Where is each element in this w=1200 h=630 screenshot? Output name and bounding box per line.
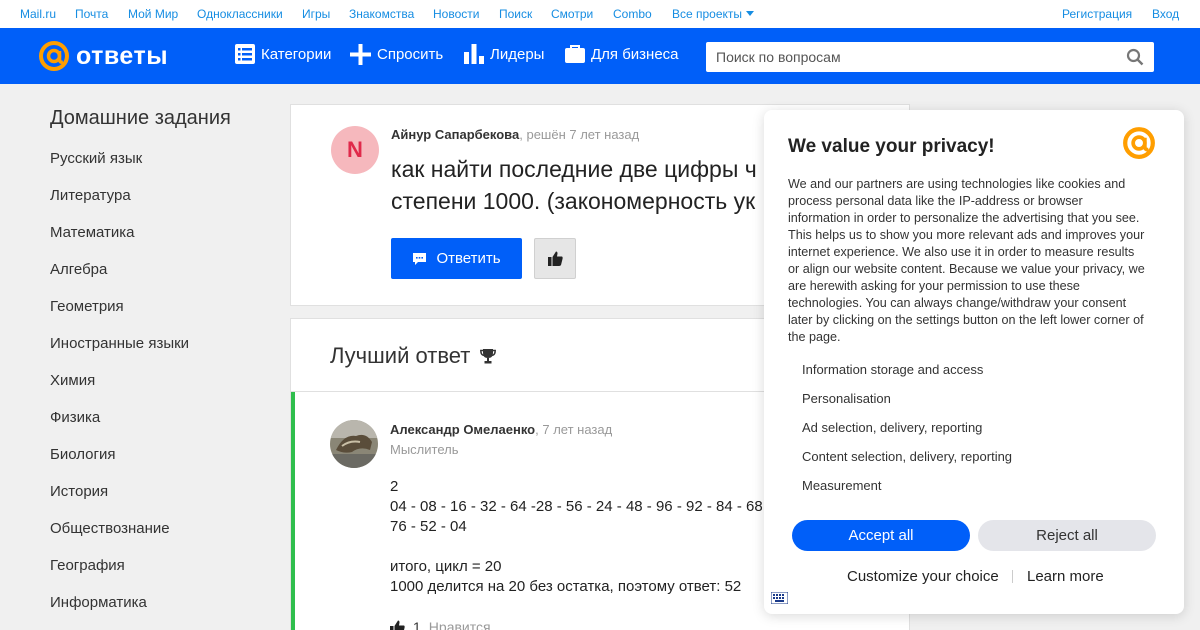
answer-button-label: Ответить — [436, 250, 501, 267]
sidebar-item-russian[interactable]: Русский язык — [50, 140, 270, 177]
nav-leaders-label: Лидеры — [490, 45, 545, 63]
nav-ask[interactable]: Спросить — [350, 44, 443, 65]
asker-avatar[interactable]: N — [331, 126, 379, 174]
consent-purpose: Ad selection, delivery, reporting — [802, 420, 983, 435]
best-answer-title: Лучший ответ — [330, 343, 497, 369]
question-author-name[interactable]: Айнур Сапарбекова — [391, 127, 519, 142]
thumbs-up-icon — [547, 251, 563, 266]
answer-meta: , 7 лет назад — [535, 422, 613, 437]
search-icon[interactable] — [1126, 48, 1144, 66]
comment-icon — [413, 252, 427, 265]
consent-purpose: Information storage and access — [802, 362, 984, 377]
answer-author-name[interactable]: Александр Омелаенко — [390, 422, 535, 437]
sidebar-item-math[interactable]: Математика — [50, 214, 270, 251]
answer-button[interactable]: Ответить — [391, 238, 522, 279]
consent-settings-icon[interactable] — [771, 592, 788, 604]
sidebar-item-languages[interactable]: Иностранные языки — [50, 325, 270, 362]
reject-all-button[interactable]: Reject all — [978, 520, 1156, 551]
consent-purpose: Measurement — [802, 478, 882, 493]
nav-ask-label: Спросить — [377, 46, 444, 63]
portal-all-projects[interactable]: Все проекты — [672, 7, 755, 21]
nav-categories[interactable]: Категории — [235, 44, 331, 64]
search-input[interactable] — [706, 42, 1106, 72]
question-like-button[interactable] — [534, 238, 576, 279]
nav-leaders[interactable]: Лидеры — [464, 44, 544, 64]
portal-link-dating[interactable]: Знакомства — [349, 7, 414, 21]
consent-title: We value your privacy! — [788, 136, 995, 157]
portal-link-mailru[interactable]: Mail.ru — [20, 7, 56, 21]
at-logo-icon — [39, 41, 69, 71]
link-divider — [1012, 570, 1013, 583]
privacy-consent-dialog: We value your privacy! We and our partne… — [764, 110, 1184, 614]
login-link[interactable]: Вход — [1152, 7, 1179, 21]
register-link[interactable]: Регистрация — [1062, 7, 1132, 21]
best-answer-accent — [291, 392, 295, 630]
portal-link-ok[interactable]: Одноклассники — [197, 7, 283, 21]
sidebar-item-biology[interactable]: Биология — [50, 436, 270, 473]
sidebar-item-chemistry[interactable]: Химия — [50, 362, 270, 399]
main-header: ответы Категории Спросить Лидеры Для биз… — [0, 28, 1200, 84]
list-icon — [235, 44, 255, 64]
nav-business-label: Для бизнеса — [591, 45, 679, 63]
chevron-down-icon — [746, 11, 755, 16]
avatar-photo — [330, 420, 378, 468]
answer-author-line: Александр Омелаенко, 7 лет назад — [390, 422, 612, 437]
question-author-line: Айнур Сапарбекова, решён 7 лет назад — [391, 127, 639, 142]
portal-link-myworld[interactable]: Мой Мир — [128, 7, 178, 21]
answer-likes[interactable]: 1 Нравится — [390, 619, 491, 630]
sidebar-item-geometry[interactable]: Геометрия — [50, 288, 270, 325]
consent-purpose: Content selection, delivery, reporting — [802, 449, 1013, 464]
portal-link-mail[interactable]: Почта — [75, 7, 108, 21]
all-projects-label: Все проекты — [672, 7, 743, 21]
best-answer-heading: Лучший ответ — [330, 343, 471, 368]
sidebar-item-physics[interactable]: Физика — [50, 399, 270, 436]
thumbs-up-icon — [390, 620, 405, 630]
nav-categories-label: Категории — [261, 45, 332, 63]
subject-sidebar: Домашние задания Русский язык Литература… — [50, 104, 270, 621]
plus-icon — [350, 44, 371, 65]
trophy-icon — [480, 349, 497, 364]
portal-link-games[interactable]: Игры — [302, 7, 330, 21]
briefcase-icon — [565, 45, 585, 63]
likes-label: Нравится — [428, 619, 491, 630]
sidebar-item-literature[interactable]: Литература — [50, 177, 270, 214]
answerer-avatar[interactable] — [330, 420, 378, 468]
learn-more-link[interactable]: Learn more — [1027, 568, 1104, 585]
portal-link-watch[interactable]: Смотри — [551, 7, 593, 21]
sidebar-item-social[interactable]: Обществознание — [50, 510, 270, 547]
sidebar-item-informatics[interactable]: Информатика — [50, 584, 270, 621]
accept-all-button[interactable]: Accept all — [792, 520, 970, 551]
at-logo-icon — [1123, 127, 1155, 159]
bar-chart-icon — [464, 44, 484, 64]
search-box — [706, 42, 1154, 72]
portal-bar: Mail.ru Почта Мой Мир Одноклассники Игры… — [0, 0, 1200, 28]
portal-link-search[interactable]: Поиск — [499, 7, 532, 21]
sidebar-title: Домашние задания — [50, 107, 231, 129]
question-meta: , решён 7 лет назад — [519, 127, 640, 142]
likes-count: 1 — [413, 619, 421, 630]
sidebar-item-geography[interactable]: География — [50, 547, 270, 584]
portal-link-news[interactable]: Новости — [433, 7, 479, 21]
consent-purpose: Personalisation — [802, 391, 891, 406]
consent-text: We and our partners are using technologi… — [788, 177, 1145, 344]
answer-author-rank: Мыслитель — [390, 442, 459, 457]
logo-text: ответы — [76, 41, 169, 70]
sidebar-item-history[interactable]: История — [50, 473, 270, 510]
customize-choice-link[interactable]: Customize your choice — [847, 568, 999, 585]
nav-business[interactable]: Для бизнеса — [565, 44, 679, 64]
site-logo[interactable]: ответы — [38, 40, 168, 72]
portal-link-combo[interactable]: Combo — [613, 7, 652, 21]
sidebar-item-algebra[interactable]: Алгебра — [50, 251, 270, 288]
